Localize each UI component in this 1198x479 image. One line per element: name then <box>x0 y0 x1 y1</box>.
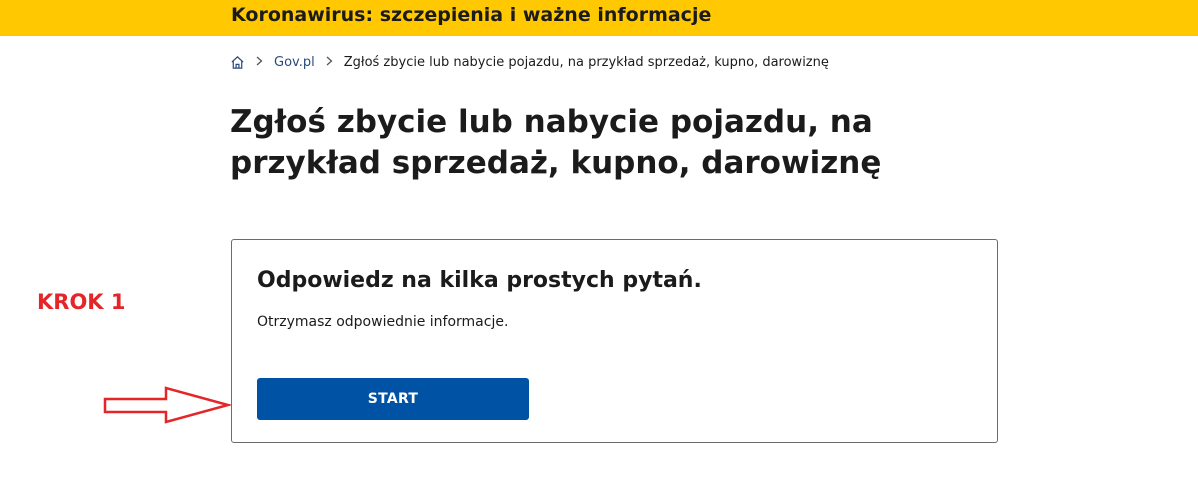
card-description: Otrzymasz odpowiednie informacje. <box>257 314 509 330</box>
breadcrumb-current: Zgłoś zbycie lub nabycie pojazdu, na prz… <box>343 54 829 70</box>
step-label: KROK 1 <box>37 290 126 314</box>
arrow-right-icon <box>103 386 233 424</box>
announcement-banner: Koronawirus: szczepienia i ważne informa… <box>0 0 1198 36</box>
breadcrumb: Gov.pl Zgłoś zbycie lub nabycie pojazdu,… <box>230 52 829 72</box>
start-button[interactable]: START <box>257 378 529 420</box>
page-title: Zgłoś zbycie lub nabycie pojazdu, na prz… <box>230 104 882 181</box>
home-icon[interactable] <box>230 55 245 70</box>
breadcrumb-link-gov[interactable]: Gov.pl <box>274 55 315 70</box>
start-card: Odpowiedz na kilka prostych pytań. Otrzy… <box>231 239 998 443</box>
card-title: Odpowiedz na kilka prostych pytań. <box>257 268 702 293</box>
chevron-right-icon <box>326 55 333 70</box>
banner-link[interactable]: Koronawirus: szczepienia i ważne informa… <box>231 4 711 26</box>
chevron-right-icon <box>256 55 263 70</box>
